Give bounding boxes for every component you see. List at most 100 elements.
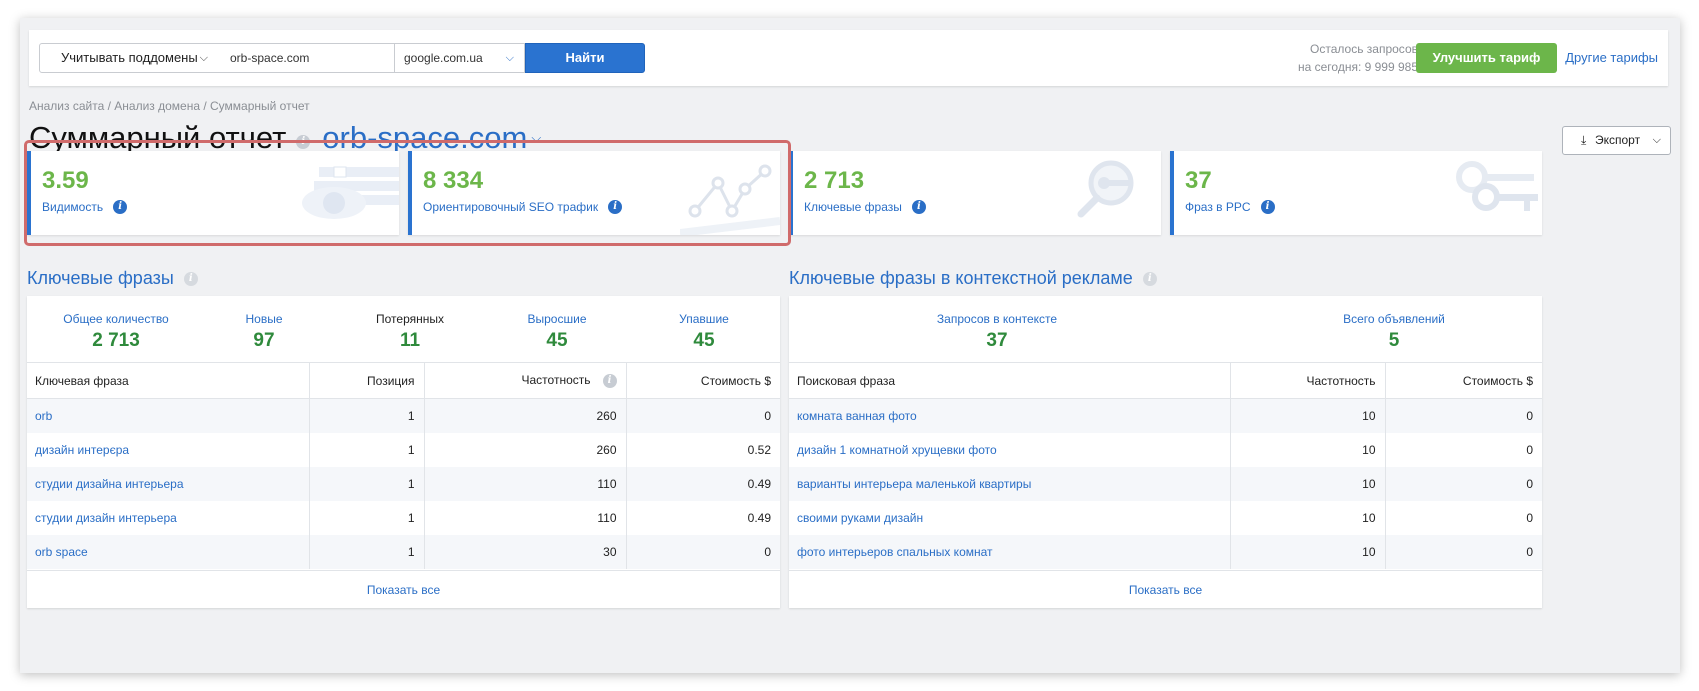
column-header[interactable]: Частотность	[1229, 362, 1385, 399]
stat-total[interactable]: Общее количество 2 713	[63, 312, 168, 352]
stat-label: Выросшие	[527, 312, 587, 326]
find-button[interactable]: Найти	[525, 43, 645, 73]
phrase-link[interactable]: комната ванная фото	[789, 398, 1230, 433]
domain-input[interactable]	[218, 43, 395, 73]
metric-label: Фраз в PPC	[1185, 200, 1251, 214]
metric-label-row: Фраз в PPC i	[1185, 200, 1275, 214]
cost-cell: 0	[1384, 466, 1542, 501]
magnifier-key-icon	[1077, 160, 1134, 218]
keyword-link[interactable]: дизайн интерєра	[27, 433, 309, 467]
section-title-text: Ключевые фразы в контекстной рекламе	[789, 268, 1133, 288]
quota-line-1: Осталось запросов	[1310, 42, 1418, 56]
search-engine-label: google.com.ua	[404, 51, 483, 65]
table-header: Поисковая фраза Частотность Стоимость $	[789, 362, 1542, 399]
keywords-panel: Общее количество 2 713 Новые 97 Потерянн…	[27, 296, 780, 608]
column-header[interactable]: Стоимость $	[1384, 362, 1542, 399]
column-header-label: Частотность	[521, 373, 591, 388]
upgrade-plan-button[interactable]: Улучшить тариф	[1416, 43, 1557, 73]
cost-cell: 0	[625, 534, 780, 569]
table-row: студии дизайн интерьера 1 110 0.49	[27, 500, 780, 535]
stat-context-requests[interactable]: Запросов в контексте 37	[937, 312, 1057, 352]
stat-value: 5	[1388, 330, 1400, 351]
search-engine-select[interactable]: google.com.ua ⌵	[395, 43, 525, 73]
stat-value: 11	[399, 330, 421, 351]
position-cell: 1	[308, 466, 424, 501]
stat-grown[interactable]: Выросшие 45	[528, 312, 587, 352]
keywords-section-title: Ключевые фразы i	[27, 268, 198, 289]
chevron-down-icon: ⌵	[199, 52, 208, 64]
phrase-link[interactable]: фото интерьеров спальных комнат	[789, 534, 1230, 569]
stat-new[interactable]: Новые 97	[245, 312, 282, 352]
quota-line-2: на сегодня: 9 999 985	[1297, 60, 1418, 74]
info-icon[interactable]: i	[1260, 200, 1275, 214]
keywords-table: Ключевая фраза Позиция Частотность i Стои…	[27, 362, 780, 569]
frequency-cell: 30	[423, 534, 626, 569]
table-row: дизайн 1 комнатной хрущевки фото 10 0	[789, 432, 1542, 467]
app-frame: Учитывать поддомены ⌵ google.com.ua ⌵ На…	[20, 18, 1680, 673]
metric-card-keywords[interactable]: 2 713 Ключевые фразы i	[789, 151, 1161, 235]
download-icon: ⤓	[1581, 133, 1587, 147]
stat-label: Упавшие	[679, 312, 729, 326]
keyword-link[interactable]: студии дизайна интерьера	[27, 466, 309, 501]
table-row: фото интерьеров спальных комнат 10 0	[789, 534, 1542, 569]
chevron-down-icon: ⌵	[1652, 134, 1661, 146]
table-header: Ключевая фраза Позиция Частотность i Стои…	[27, 362, 780, 399]
frequency-cell: 10	[1229, 466, 1385, 501]
column-header[interactable]: Стоимость $	[625, 362, 780, 399]
breadcrumb: Анализ сайта / Анализ домена / Суммарный…	[29, 99, 310, 113]
cost-cell: 0	[625, 398, 780, 433]
frequency-cell: 260	[423, 398, 626, 433]
column-header[interactable]: Ключевая фраза	[27, 362, 309, 399]
metric-value: 2 713	[804, 167, 865, 194]
column-header[interactable]: Поисковая фраза	[789, 362, 1230, 399]
stat-label: Новые	[245, 312, 283, 326]
requests-remaining: Осталось запросов на сегодня: 9 999 985	[1298, 40, 1418, 76]
chevron-down-icon: ⌵	[505, 52, 514, 64]
subdomains-label: Учитывать поддомены	[61, 50, 198, 65]
info-icon[interactable]: i	[911, 200, 926, 214]
metric-label: Ключевые фразы	[804, 200, 902, 214]
show-all-link[interactable]: Показать все	[27, 570, 780, 608]
stat-dropped[interactable]: Упавшие 45	[679, 312, 729, 352]
metric-value: 37	[1185, 167, 1212, 194]
frequency-cell: 110	[423, 466, 626, 501]
other-plans-link[interactable]: Другие тарифы	[1565, 50, 1658, 65]
stat-value: 97	[253, 330, 275, 351]
info-icon[interactable]: i	[183, 271, 198, 286]
phrase-link[interactable]: варианты интерьера маленькой квартиры	[789, 466, 1230, 501]
cost-cell: 0	[1384, 398, 1542, 433]
stat-value: 45	[546, 330, 568, 351]
table-row: orb space 1 30 0	[27, 534, 780, 569]
table-row: студии дизайна интерьера 1 110 0.49	[27, 466, 780, 501]
export-button[interactable]: ⤓ Экспорт ⌵	[1562, 126, 1671, 155]
column-header[interactable]: Позиция	[308, 362, 424, 399]
cost-cell: 0.49	[625, 466, 780, 501]
phrase-link[interactable]: своими руками дизайн	[789, 501, 1230, 535]
export-label: Экспорт	[1595, 133, 1641, 147]
keyword-link[interactable]: студии дизайн интерьера	[27, 501, 309, 535]
metric-label-row: Ключевые фразы i	[804, 200, 926, 214]
keyword-link[interactable]: orb	[27, 398, 309, 433]
stat-total-ads[interactable]: Всего объявлений 5	[1343, 312, 1445, 352]
position-cell: 1	[308, 432, 424, 467]
frequency-cell: 10	[1229, 500, 1385, 535]
show-all-link[interactable]: Показать все	[789, 570, 1542, 608]
info-icon[interactable]: i	[602, 373, 617, 388]
stat-value: 37	[986, 330, 1008, 351]
metric-card-ppc-phrases[interactable]: 37 Фраз в PPC i	[1170, 151, 1542, 235]
section-title-text: Ключевые фразы	[27, 268, 174, 288]
cost-cell: 0	[1384, 534, 1542, 569]
table-row: orb 1 260 0	[27, 398, 780, 433]
cost-cell: 0.49	[625, 500, 780, 535]
ppc-section-title: Ключевые фразы в контекстной рекламе i	[789, 268, 1157, 289]
phrase-link[interactable]: дизайн 1 комнатной хрущевки фото	[789, 433, 1230, 467]
subdomains-select[interactable]: Учитывать поддомены ⌵	[39, 43, 219, 73]
table-row: комната ванная фото 10 0	[789, 398, 1542, 433]
info-icon[interactable]: i	[1142, 271, 1157, 286]
keyword-link[interactable]: orb space	[27, 534, 309, 569]
stat-label: Общее количество	[63, 312, 169, 326]
table-row: дизайн интерєра 1 260 0.52	[27, 432, 780, 467]
cost-cell: 0	[1384, 432, 1542, 467]
column-header[interactable]: Частотность i	[423, 362, 626, 399]
position-cell: 1	[308, 500, 424, 535]
